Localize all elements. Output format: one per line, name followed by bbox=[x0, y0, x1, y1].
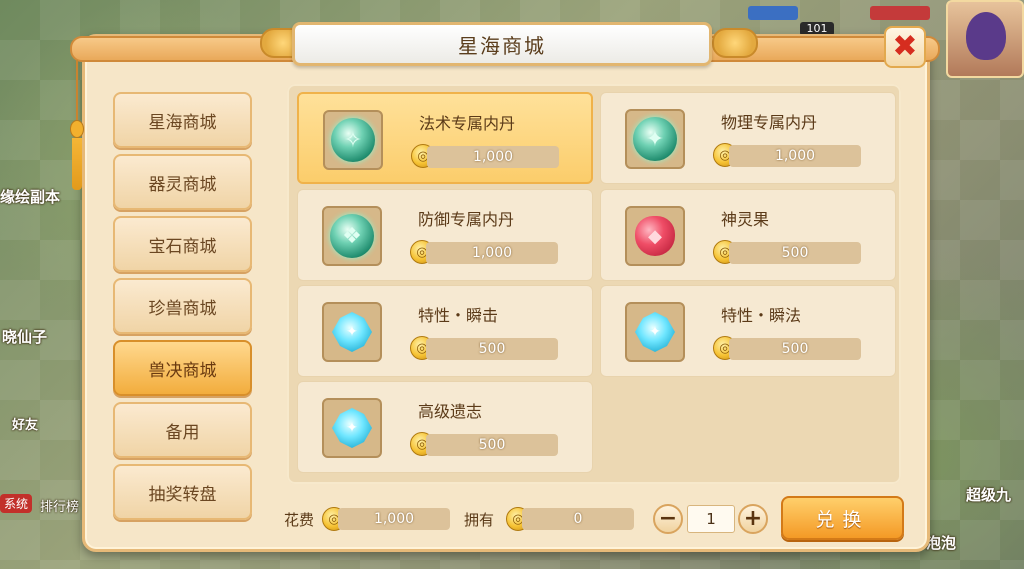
player-avatar[interactable] bbox=[946, 0, 1024, 78]
skill-book-icon: ✦ bbox=[322, 398, 382, 458]
bg-player-name: 超级九 bbox=[966, 486, 1012, 504]
item-name: 特性・瞬法 bbox=[721, 306, 802, 325]
tab-pet-shop[interactable]: 珍兽商城 bbox=[113, 278, 252, 334]
shop-item-card[interactable]: ✦ 特性・瞬法 ◎ 500 bbox=[600, 285, 896, 377]
increase-quantity-button[interactable]: + bbox=[738, 504, 768, 534]
shop-item-card[interactable]: ✦ 高级遗志 ◎ 500 bbox=[297, 381, 593, 473]
ranking-button[interactable]: 排行榜 bbox=[40, 496, 79, 515]
divine-fruit-icon: ◆ bbox=[625, 206, 685, 266]
close-button[interactable]: ✖ bbox=[884, 26, 926, 68]
shop-item-card[interactable]: ✦ 物理专属内丹 ◎ 1,000 bbox=[600, 92, 896, 184]
item-price: 1,000 bbox=[427, 146, 559, 168]
item-price: 1,000 bbox=[426, 242, 558, 264]
item-price: 500 bbox=[729, 242, 861, 264]
quantity-field[interactable] bbox=[687, 505, 735, 533]
title-banner: 星海商城 bbox=[292, 22, 712, 66]
friends-button[interactable]: 好友 bbox=[12, 414, 38, 433]
shop-item-card[interactable]: ✦ 特性・瞬击 ◎ 500 bbox=[297, 285, 593, 377]
owned-label: 拥有 bbox=[464, 511, 495, 529]
minus-icon: − bbox=[658, 506, 678, 531]
item-name: 高级遗志 bbox=[418, 402, 483, 421]
cost-label: 花费 bbox=[284, 511, 315, 529]
tab-lottery-wheel[interactable]: 抽奖转盘 bbox=[113, 464, 252, 520]
system-chip: 系统 bbox=[0, 494, 33, 513]
item-name: 特性・瞬击 bbox=[418, 306, 499, 325]
tab-skillbook-shop[interactable]: 兽决商城 bbox=[113, 340, 252, 396]
tassel-decoration bbox=[68, 60, 86, 190]
tab-qiling-shop[interactable]: 器灵商城 bbox=[113, 154, 252, 210]
defense-pill-icon: ❖ bbox=[322, 206, 382, 266]
shop-item-card[interactable]: ◆ 神灵果 ◎ 500 bbox=[600, 189, 896, 281]
skill-book-icon: ✦ bbox=[625, 302, 685, 362]
shop-item-card[interactable]: ❖ 防御专属内丹 ◎ 1,000 bbox=[297, 189, 593, 281]
bg-npc-name: 晓仙子 bbox=[2, 328, 48, 346]
item-name: 物理专属内丹 bbox=[721, 113, 818, 132]
item-name: 防御专属内丹 bbox=[418, 210, 515, 229]
spell-pill-icon: ✧ bbox=[323, 110, 383, 170]
physical-pill-icon: ✦ bbox=[625, 109, 685, 169]
bg-bubble-text: 泡泡 bbox=[926, 534, 957, 552]
plus-icon: + bbox=[743, 506, 763, 531]
item-price: 1,000 bbox=[729, 145, 861, 167]
tab-gem-shop[interactable]: 宝石商城 bbox=[113, 216, 252, 272]
exchange-button[interactable]: 兑换 bbox=[781, 496, 904, 540]
scroll-cap-right bbox=[712, 28, 758, 58]
item-name: 法术专属内丹 bbox=[419, 114, 516, 133]
item-price: 500 bbox=[426, 338, 558, 360]
page-title: 星海商城 bbox=[458, 33, 546, 58]
close-icon: ✖ bbox=[892, 29, 918, 64]
bg-dungeon-text: 缘绘副本 bbox=[0, 188, 61, 206]
item-name: 神灵果 bbox=[721, 210, 770, 229]
shop-item-card[interactable]: ✧ 法术专属内丹 ◎ 1,000 bbox=[297, 92, 593, 184]
tab-xinghai-shop[interactable]: 星海商城 bbox=[113, 92, 252, 148]
skill-book-icon: ✦ bbox=[322, 302, 382, 362]
cost-value: 1,000 bbox=[338, 508, 450, 530]
item-price: 500 bbox=[729, 338, 861, 360]
tab-reserve[interactable]: 备用 bbox=[113, 402, 252, 458]
decrease-quantity-button[interactable]: − bbox=[653, 504, 683, 534]
owned-value: 0 bbox=[522, 508, 634, 530]
item-price: 500 bbox=[426, 434, 558, 456]
